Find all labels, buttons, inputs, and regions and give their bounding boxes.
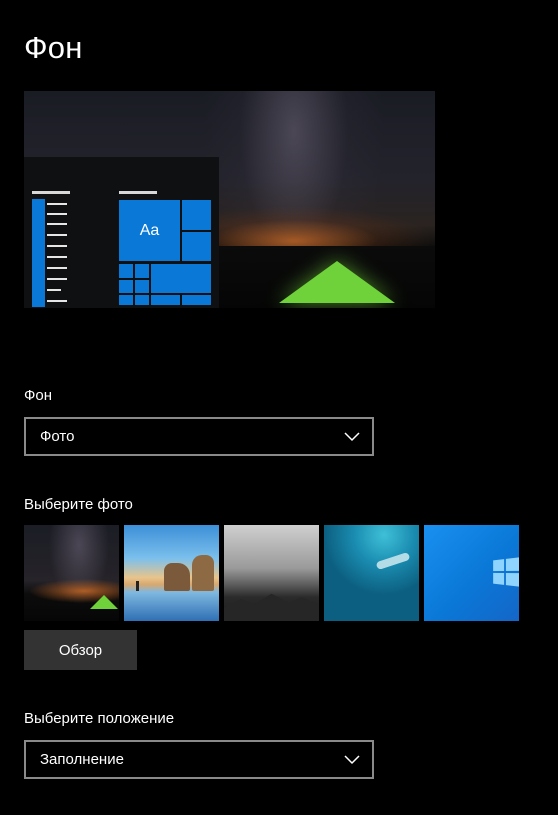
preview-list-line: [47, 245, 67, 247]
thumbnail-mountains: [224, 593, 319, 621]
position-value: Заполнение: [40, 751, 124, 768]
chevron-down-icon: [344, 432, 360, 442]
preview-list-line: [47, 300, 67, 302]
photo-thumbnails: [24, 525, 520, 621]
preview-tent: [279, 261, 395, 303]
preview-tile: [119, 295, 133, 305]
preview-menu-bar: [32, 191, 70, 194]
thumbnail-rock: [164, 563, 190, 591]
desktop-preview: Aa: [24, 91, 435, 308]
page-title: Фон: [24, 30, 83, 65]
preview-tile: [135, 264, 149, 278]
preview-list-line: [47, 223, 67, 225]
preview-list-line: [47, 203, 67, 205]
preview-tile: [182, 232, 211, 261]
preview-tile: [119, 264, 133, 278]
preview-tile-text: Aa: [139, 221, 160, 239]
preview-list-line: [47, 234, 67, 236]
preview-tile: [182, 200, 211, 230]
choose-photo-label: Выберите фото: [24, 496, 133, 513]
choose-position-label: Выберите положение: [24, 710, 175, 727]
photo-thumbnail-windows-blue[interactable]: [424, 525, 519, 621]
background-type-dropdown[interactable]: Фото: [24, 417, 374, 456]
background-label: Фон: [24, 387, 53, 404]
preview-tile: [119, 280, 133, 293]
background-type-value: Фото: [40, 428, 75, 445]
browse-button[interactable]: Обзор: [24, 630, 137, 670]
preview-list-line: [47, 256, 67, 258]
thumbnail-person: [136, 581, 139, 591]
preview-start-menu: Aa: [24, 157, 219, 308]
thumbnail-rock: [192, 555, 214, 591]
thumbnail-swimmer: [375, 551, 411, 571]
thumbnail-tent: [90, 595, 118, 609]
preview-list-line: [47, 267, 67, 269]
preview-tile-large: Aa: [119, 200, 180, 261]
chevron-down-icon: [344, 755, 360, 765]
photo-thumbnail-night-sky-tent[interactable]: [24, 525, 119, 621]
photo-thumbnail-grey-mountains[interactable]: [224, 525, 319, 621]
preview-tile: [182, 295, 211, 305]
preview-tile: [135, 280, 149, 293]
preview-tile-wide: [151, 264, 211, 293]
photo-thumbnail-underwater-swimmer[interactable]: [324, 525, 419, 621]
preview-app-list: [32, 199, 45, 307]
photo-thumbnail-beach-rocks[interactable]: [124, 525, 219, 621]
windows-logo-icon: [493, 557, 519, 587]
preview-tiles-bar: [119, 191, 157, 194]
preview-tile: [135, 295, 149, 305]
preview-tiles: Aa: [119, 200, 211, 306]
position-dropdown[interactable]: Заполнение: [24, 740, 374, 779]
preview-list-line: [47, 289, 61, 291]
preview-tile: [151, 295, 180, 305]
preview-list-line: [47, 278, 67, 280]
preview-list-line: [47, 213, 67, 215]
